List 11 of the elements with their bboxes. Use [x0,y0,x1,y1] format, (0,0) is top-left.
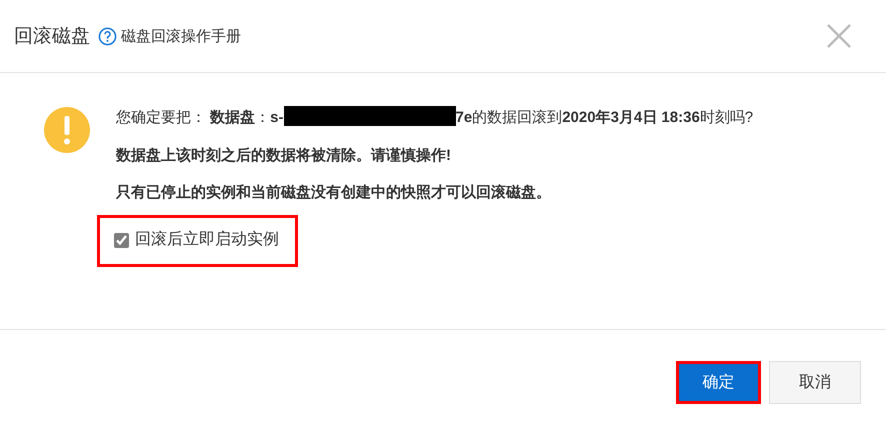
warning-text: 只有已停止的实例和当前磁盘没有创建中的快照才可以回滚磁盘。 [116,183,552,203]
cancel-button[interactable]: 取消 [769,361,861,404]
checkbox-label[interactable]: 回滚后立即启动实例 [135,227,279,253]
start-instance-checkbox[interactable] [114,232,129,248]
help-link[interactable]: 磁盘回滚操作手册 [121,26,241,46]
confirm-message: 您确定要把： 数据盘：s- 7e的数据回滚到2020年3月4日 18:36时刻吗? [116,105,826,131]
warning-text: 数据盘上该时刻之后的数据将被清除。请谨慎操作! [116,146,452,166]
dialog-title: 回滚磁盘 [14,25,90,49]
help-icon[interactable] [98,26,117,46]
warning-icon [44,107,90,153]
confirm-button[interactable]: 确定 [676,361,761,404]
